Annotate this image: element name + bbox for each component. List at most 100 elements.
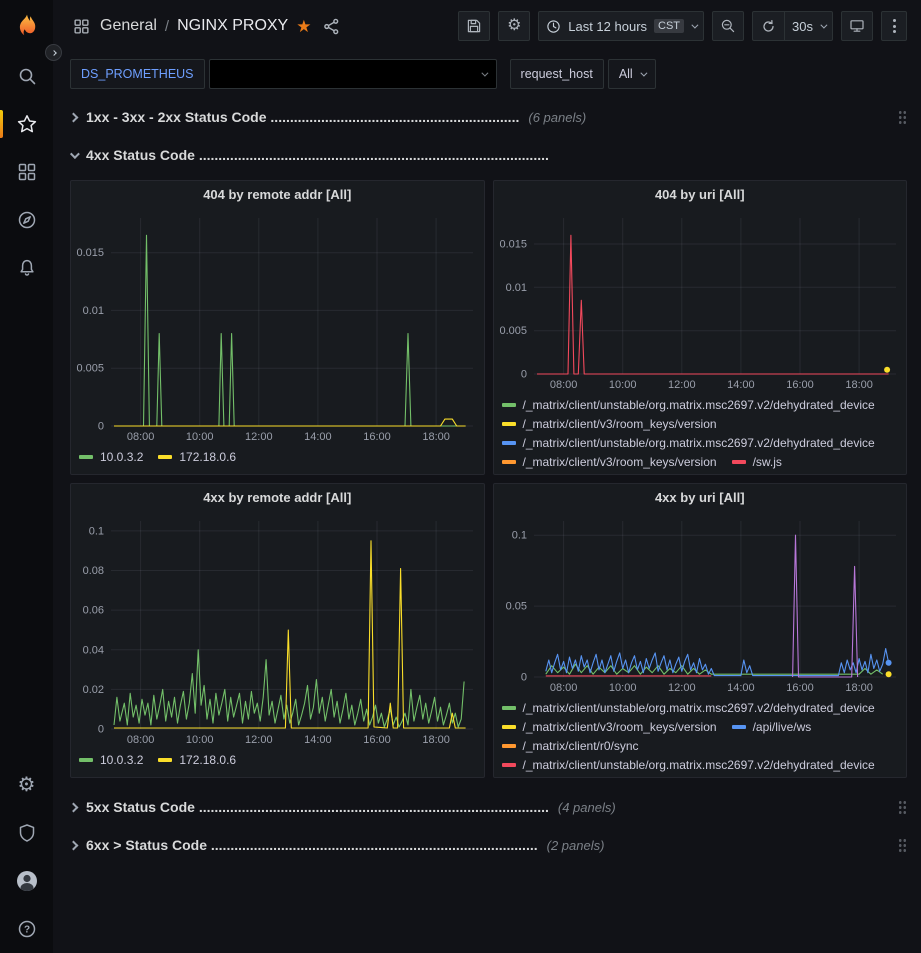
share-icon[interactable]	[323, 18, 340, 35]
svg-text:0.04: 0.04	[83, 644, 104, 656]
svg-text:08:00: 08:00	[127, 734, 155, 746]
svg-text:?: ?	[23, 925, 29, 936]
panel-title[interactable]: 404 by remote addr [All]	[71, 181, 484, 208]
save-icon	[466, 18, 482, 34]
tv-icon	[849, 18, 865, 34]
row-panel-count: (4 panels)	[558, 800, 616, 815]
legend-item[interactable]: /_matrix/client/unstable/org.matrix.msc2…	[502, 395, 875, 414]
row-header-1xx-3xx-2xx[interactable]: 1xx - 3xx - 2xx Status Code ............…	[70, 104, 907, 130]
datasource-variable-label[interactable]: DS_PROMETHEUS	[70, 59, 205, 89]
panel-title[interactable]: 4xx by remote addr [All]	[71, 484, 484, 511]
refresh-interval-dropdown[interactable]: 30s	[784, 11, 833, 41]
legend-item[interactable]: 172.18.0.6	[158, 447, 236, 466]
legend-item[interactable]: /_matrix/client/v3/room_keys/version	[502, 717, 717, 736]
request-host-variable-value-dropdown[interactable]: All	[608, 59, 656, 89]
panel-4xx-by-uri: 4xx by uri [All] 00.050.108:0010:0012:00…	[493, 483, 908, 778]
legend-label: /_matrix/client/v3/room_keys/version	[523, 455, 717, 469]
save-dashboard-button[interactable]	[458, 11, 490, 41]
tv-mode-button[interactable]	[841, 11, 873, 41]
svg-text:12:00: 12:00	[245, 734, 273, 746]
svg-text:12:00: 12:00	[668, 379, 696, 391]
legend-item[interactable]: /_matrix/client/r0/sync	[502, 736, 639, 755]
row-panel-count: (2 panels)	[547, 838, 605, 853]
panel-4xx-by-remote-addr: 4xx by remote addr [All] 00.020.040.060.…	[70, 483, 485, 778]
legend-swatch	[502, 706, 516, 710]
svg-text:0.02: 0.02	[83, 684, 104, 696]
panel-title[interactable]: 404 by uri [All]	[494, 181, 907, 208]
legend-item[interactable]: 10.0.3.2	[79, 750, 143, 769]
legend-label: /_matrix/client/unstable/org.matrix.msc2…	[523, 701, 875, 715]
legend-item[interactable]: /_matrix/client/unstable/org.matrix.msc2…	[502, 698, 875, 717]
configuration-gear-icon[interactable]: ⚙	[0, 761, 53, 809]
svg-text:12:00: 12:00	[668, 682, 696, 694]
settings-gear-icon: ⚙	[507, 18, 521, 34]
kebab-menu-button[interactable]	[881, 11, 907, 41]
chart-404-by-uri[interactable]: 00.0050.010.01508:0010:0012:0014:0016:00…	[494, 208, 906, 392]
legend-swatch	[502, 763, 516, 767]
legend-item[interactable]: /sw.js	[732, 452, 782, 471]
time-range-picker[interactable]: Last 12 hours CST	[538, 11, 704, 41]
legend-item[interactable]: /_matrix/client/unstable/org.matrix.msc2…	[502, 433, 875, 452]
datasource-variable-value-dropdown[interactable]	[209, 59, 497, 89]
sidebar-expand-toggle[interactable]	[45, 44, 62, 61]
breadcrumb-folder[interactable]: General	[100, 17, 157, 35]
row-header-6xx[interactable]: 6xx > Status Code ......................…	[70, 832, 907, 858]
chevron-down-icon	[70, 149, 80, 159]
legend-swatch	[732, 460, 746, 464]
svg-text:0: 0	[520, 369, 526, 381]
chart-4xx-by-remote-addr[interactable]: 00.020.040.060.080.108:0010:0012:0014:00…	[71, 511, 483, 747]
variables-submenu: DS_PROMETHEUS request_host All	[53, 52, 921, 96]
svg-text:0.015: 0.015	[76, 247, 104, 259]
svg-text:0: 0	[520, 672, 526, 684]
panel-404-by-uri: 404 by uri [All] 00.0050.010.01508:0010:…	[493, 180, 908, 475]
legend-label: /sw.js	[753, 455, 782, 469]
legend-item[interactable]: 10.0.3.2	[79, 447, 143, 466]
svg-text:14:00: 14:00	[727, 682, 755, 694]
alerting-bell-icon[interactable]	[0, 244, 53, 292]
refresh-button[interactable]	[752, 11, 784, 41]
svg-text:0: 0	[98, 421, 104, 433]
grafana-flame-icon	[14, 13, 40, 39]
legend-swatch	[502, 441, 516, 445]
row-drag-handle[interactable]	[898, 110, 907, 125]
refresh-interval-label: 30s	[792, 19, 813, 34]
search-icon[interactable]	[0, 52, 53, 100]
dashboard-settings-button[interactable]: ⚙	[498, 11, 530, 41]
legend-item[interactable]: /_matrix/client/v3/room_keys/version	[502, 452, 717, 471]
request-host-variable-label[interactable]: request_host	[510, 59, 604, 89]
grafana-app: ⚙ ?	[0, 0, 921, 953]
legend-item[interactable]: /_matrix/client/unstable/org.matrix.msc2…	[502, 755, 875, 774]
legend-item[interactable]: /_matrix/client/v3/room_keys/version	[502, 414, 717, 433]
help-icon[interactable]: ?	[0, 905, 53, 953]
favorite-star-icon[interactable]: ★	[296, 18, 311, 35]
chart-404-by-remote-addr[interactable]: 00.0050.010.01508:0010:0012:0014:0016:00…	[71, 208, 483, 444]
explore-compass-icon[interactable]	[0, 196, 53, 244]
row-header-5xx[interactable]: 5xx Status Code ........................…	[70, 794, 907, 820]
panel-title[interactable]: 4xx by uri [All]	[494, 484, 907, 511]
chart-legend: 10.0.3.2 172.18.0.6	[71, 444, 484, 474]
chart-legend: /_matrix/client/unstable/org.matrix.msc2…	[494, 392, 907, 474]
grafana-logo[interactable]	[0, 0, 53, 52]
svg-text:0.08: 0.08	[83, 565, 104, 577]
dashboards-icon[interactable]	[0, 148, 53, 196]
server-admin-shield-icon[interactable]	[0, 809, 53, 857]
legend-item[interactable]: /api/live/ws	[732, 717, 812, 736]
row-drag-handle[interactable]	[898, 800, 907, 815]
user-avatar[interactable]	[0, 857, 53, 905]
row-header-4xx[interactable]: 4xx Status Code ........................…	[70, 142, 907, 168]
svg-text:18:00: 18:00	[422, 734, 450, 746]
starred-dashboards-icon[interactable]	[0, 100, 53, 148]
refresh-button-group: 30s	[752, 11, 833, 41]
apps-grid-icon	[73, 18, 90, 35]
page-title[interactable]: NGINX PROXY	[177, 17, 288, 35]
dashboard-body: 1xx - 3xx - 2xx Status Code ............…	[53, 96, 921, 953]
legend-swatch	[158, 455, 172, 459]
zoom-out-button[interactable]	[712, 11, 744, 41]
legend-swatch	[732, 725, 746, 729]
panels-grid: 404 by remote addr [All] 00.0050.010.015…	[70, 180, 907, 778]
legend-item[interactable]: 172.18.0.6	[158, 750, 236, 769]
legend-swatch	[502, 403, 516, 407]
chart-4xx-by-uri[interactable]: 00.050.108:0010:0012:0014:0016:0018:00	[494, 511, 906, 695]
legend-label: /_matrix/client/v3/room_keys/version	[523, 720, 717, 734]
row-drag-handle[interactable]	[898, 838, 907, 853]
